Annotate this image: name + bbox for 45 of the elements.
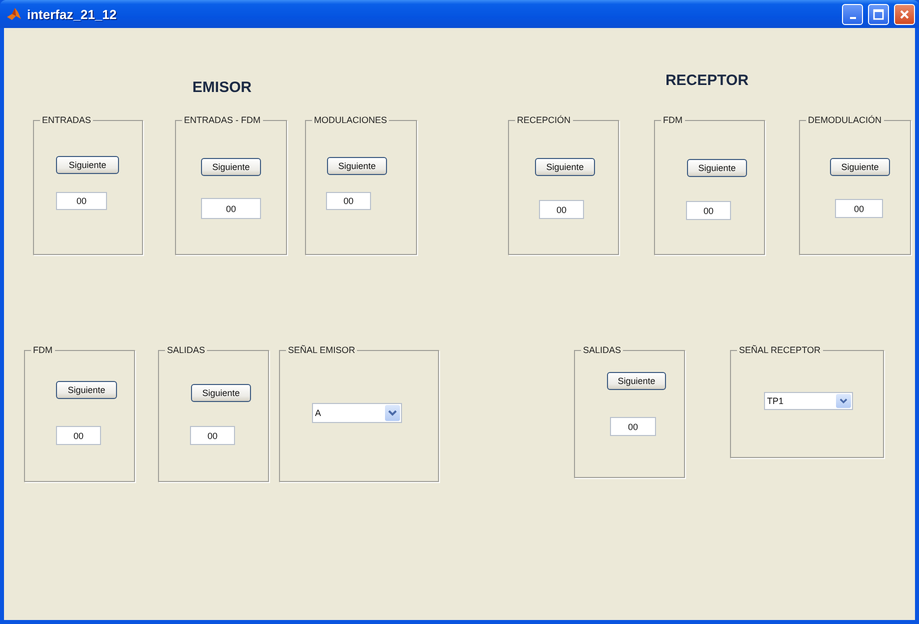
caret-icon[interactable]: [385, 405, 400, 421]
window-title: interfaz_21_12: [27, 6, 118, 22]
select-value: A: [315, 408, 322, 418]
value-field[interactable]: 00: [190, 426, 235, 445]
minimize-button[interactable]: [842, 4, 863, 24]
panel-title: SALIDAS: [166, 344, 206, 356]
value-field[interactable]: 00: [56, 426, 101, 445]
select-field[interactable]: A: [312, 403, 402, 423]
select-field[interactable]: TP1: [764, 392, 853, 410]
app-icon: [6, 6, 22, 22]
select-value: TP1: [767, 396, 785, 406]
panel-title: FDM: [662, 114, 684, 126]
panel-title: ENTRADAS - FDM: [183, 114, 262, 126]
panel-title: DEMODULACIÓN: [807, 114, 883, 126]
next-button[interactable]: Siguiente: [56, 156, 119, 174]
caret-icon[interactable]: [836, 394, 851, 408]
panel-title: SEÑAL EMISOR: [287, 344, 356, 356]
value-field[interactable]: 00: [201, 198, 261, 219]
next-button[interactable]: Siguiente: [201, 158, 261, 176]
next-button[interactable]: Siguiente: [607, 372, 666, 390]
panel-title: SEÑAL RECEPTOR: [738, 344, 822, 356]
value-field[interactable]: 00: [610, 417, 656, 436]
next-button[interactable]: Siguiente: [191, 384, 251, 402]
next-button[interactable]: Siguiente: [830, 158, 890, 176]
next-button[interactable]: Siguiente: [687, 159, 747, 177]
value-field[interactable]: 00: [686, 201, 731, 220]
value-field[interactable]: 00: [326, 192, 371, 210]
next-button[interactable]: Siguiente: [327, 157, 387, 175]
section-heading: RECEPTOR: [664, 72, 750, 90]
maximize-icon: [873, 8, 884, 20]
panel-title: FDM: [32, 344, 54, 356]
section-heading: EMISOR: [191, 79, 253, 97]
close-icon: [899, 8, 910, 20]
panel-title: ENTRADAS: [41, 114, 92, 126]
panel-title: RECEPCIÓN: [516, 114, 572, 126]
value-field[interactable]: 00: [56, 192, 107, 210]
panel-title: SALIDAS: [582, 344, 622, 356]
value-field[interactable]: 00: [539, 200, 584, 219]
panel-title: MODULACIONES: [313, 114, 388, 126]
next-button[interactable]: Siguiente: [56, 381, 117, 399]
value-field[interactable]: 00: [835, 199, 883, 218]
maximize-button[interactable]: [868, 4, 889, 24]
next-button[interactable]: Siguiente: [535, 158, 595, 176]
close-button[interactable]: [894, 4, 915, 24]
minimize-icon: [850, 17, 856, 19]
